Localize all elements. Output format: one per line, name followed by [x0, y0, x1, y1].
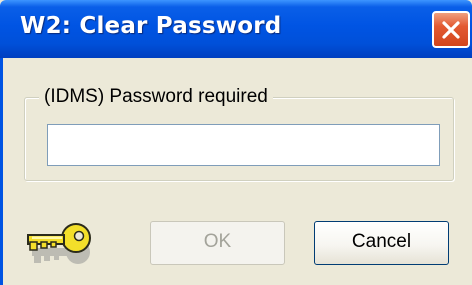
window-frame: [0, 58, 3, 285]
ok-button[interactable]: OK: [150, 221, 285, 265]
cancel-button[interactable]: Cancel: [314, 221, 449, 265]
close-button[interactable]: [432, 11, 470, 48]
close-icon: [442, 21, 460, 39]
clear-password-dialog: W2: Clear Password (IDMS) Password requi…: [0, 0, 472, 285]
window-title: W2: Clear Password: [20, 13, 282, 39]
title-bar[interactable]: W2: Clear Password: [0, 0, 472, 58]
groupbox-label: (IDMS) Password required: [39, 86, 273, 108]
key-icon: [26, 218, 98, 270]
password-input[interactable]: [47, 124, 440, 166]
